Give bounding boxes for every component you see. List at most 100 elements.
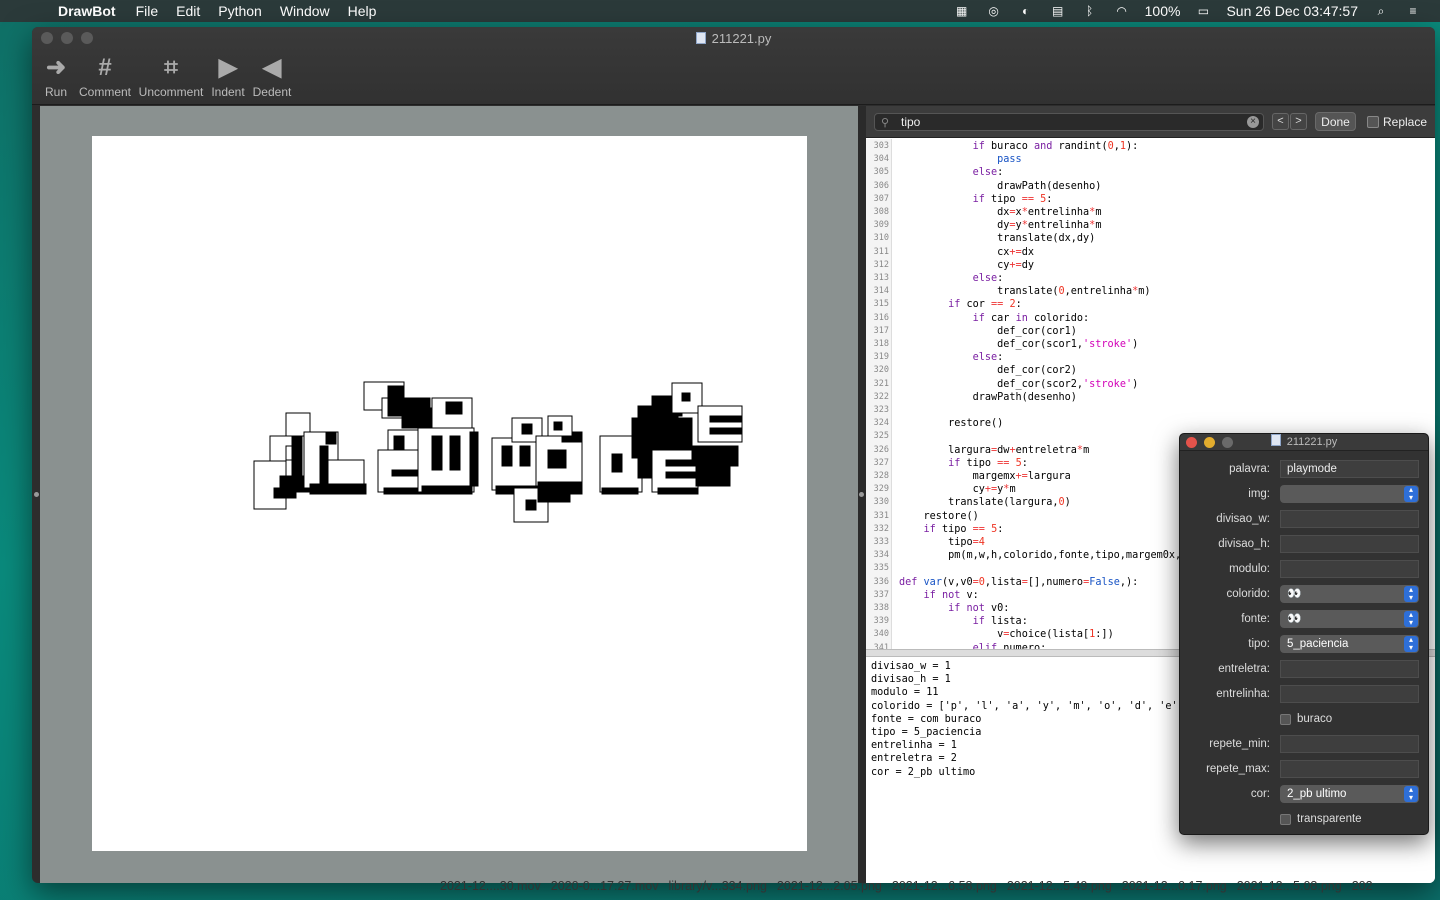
transparente-checkbox[interactable]: [1280, 814, 1291, 825]
select-value: 👀: [1287, 588, 1302, 600]
code-line[interactable]: 324 restore(): [866, 417, 1435, 430]
line-number: 325: [873, 431, 889, 442]
battery-percent[interactable]: 100%: [1145, 3, 1181, 19]
find-previous-button[interactable]: <: [1272, 113, 1289, 130]
code-text: restore(): [899, 418, 1004, 430]
line-number: 331: [873, 510, 889, 521]
canvas-resize-handle[interactable]: [34, 492, 39, 497]
fonte-select[interactable]: 👀 ▴ ▾: [1280, 610, 1419, 628]
zoom-panel-button[interactable]: [1222, 437, 1233, 448]
uncomment-button[interactable]: ⌗ Uncomment: [138, 53, 204, 99]
code-line[interactable]: 306 drawPath(desenho): [866, 180, 1435, 193]
calendar-icon[interactable]: ▤: [1049, 4, 1067, 18]
buraco-checkbox[interactable]: [1280, 714, 1291, 725]
desktop-file[interactable]: 2021-12...2.05.png: [777, 879, 882, 897]
variable-row-entreletra: entreletra:: [1180, 658, 1428, 683]
bluetooth-icon[interactable]: ᛒ: [1081, 4, 1099, 18]
code-line[interactable]: 308 dx=x*entrelinha*m: [866, 206, 1435, 219]
line-number: 327: [873, 457, 889, 468]
done-button[interactable]: Done: [1315, 112, 1356, 131]
battery-icon[interactable]: ▭: [1194, 4, 1212, 18]
menu-edit[interactable]: Edit: [176, 3, 200, 19]
variable-row-repete_min: repete_min:: [1180, 733, 1428, 758]
code-line[interactable]: 313 else:: [866, 272, 1435, 285]
replace-checkbox[interactable]: [1367, 116, 1379, 128]
code-line[interactable]: 317 def_cor(cor1): [866, 325, 1435, 338]
code-line[interactable]: 311 cx+=dx: [866, 246, 1435, 259]
code-line[interactable]: 312 cy+=dy: [866, 259, 1435, 272]
select-arrows-icon: ▴ ▾: [1404, 586, 1418, 602]
menu-file[interactable]: File: [136, 3, 159, 19]
variable-label: entrelinha:: [1216, 688, 1270, 700]
comment-button[interactable]: # Comment: [78, 53, 132, 99]
clock[interactable]: Sun 26 Dec 03:47:57: [1226, 3, 1358, 19]
code-line[interactable]: 322 drawPath(desenho): [866, 391, 1435, 404]
img-select[interactable]: ▴ ▾: [1280, 485, 1419, 503]
menu-window[interactable]: Window: [280, 3, 330, 19]
code-line[interactable]: 319 else:: [866, 351, 1435, 364]
code-line[interactable]: 323: [866, 404, 1435, 417]
dedent-button[interactable]: ◀ Dedent: [251, 53, 293, 99]
close-panel-button[interactable]: [1186, 437, 1197, 448]
code-text: else:: [972, 352, 1004, 364]
entreletra-field[interactable]: [1280, 660, 1419, 678]
code-line[interactable]: 305 else:: [866, 166, 1435, 179]
code-line[interactable]: 310 translate(dx,dy): [866, 232, 1435, 245]
glyph-l: [303, 431, 367, 495]
code-line[interactable]: 320 def_cor(cor2): [866, 364, 1435, 377]
tipo-select[interactable]: 5_paciencia ▴ ▾: [1280, 635, 1419, 653]
colorido-select[interactable]: 👀 ▴ ▾: [1280, 585, 1419, 603]
code-text: drawPath(desenho): [899, 180, 1102, 192]
desktop-file[interactable]: 2020-0...17.27.mov: [551, 879, 659, 897]
menu-help[interactable]: Help: [348, 3, 377, 19]
search-icon: ⚲: [881, 117, 890, 129]
cor-select[interactable]: 2_pb ultimo ▴ ▾: [1280, 785, 1419, 803]
entrelinha-field[interactable]: [1280, 685, 1419, 703]
control-center-icon[interactable]: ≡: [1404, 4, 1422, 18]
menu-python[interactable]: Python: [218, 3, 262, 19]
code-line[interactable]: 309 dy=y*entrelinha*m: [866, 219, 1435, 232]
creative-cloud-icon[interactable]: ◎: [985, 4, 1003, 18]
code-line[interactable]: 315 if cor == 2:: [866, 298, 1435, 311]
code-line[interactable]: 321 def_cor(scor2,'stroke'): [866, 378, 1435, 391]
indent-button[interactable]: ▶ Indent: [209, 53, 247, 99]
modulo-field[interactable]: [1280, 560, 1419, 578]
search-input[interactable]: ⚲ tipo ×: [874, 113, 1264, 131]
desktop-file[interactable]: 2021-12...6.58.png: [892, 879, 997, 897]
line-number: 339: [873, 616, 889, 627]
vertical-splitter[interactable]: [858, 106, 866, 883]
variable-label: repete_min:: [1209, 738, 1270, 750]
code-text: translate(0,entrelinha*m): [899, 286, 1151, 298]
repete_min-field[interactable]: [1280, 735, 1419, 753]
wifi-icon[interactable]: ◠: [1113, 4, 1131, 18]
divisao_h-field[interactable]: [1280, 535, 1419, 553]
spotlight-search-icon[interactable]: ⌕: [1372, 4, 1390, 18]
desktop-file[interactable]: 2021-12...5.08.png: [1237, 879, 1342, 897]
app-status-icon[interactable]: ▦: [953, 4, 971, 18]
dark-mode-icon[interactable]: ◐: [1017, 4, 1035, 18]
palavra-field[interactable]: playmode: [1280, 460, 1419, 478]
code-line[interactable]: 303 if buraco and randint(0,1):: [866, 140, 1435, 153]
desktop-file[interactable]: 2021-12....30.mov: [440, 879, 541, 897]
desktop-file[interactable]: 2021-12...5.49.png: [1007, 879, 1112, 897]
desktop-file[interactable]: library/v...334.png: [668, 879, 766, 897]
splitter-grip[interactable]: [859, 492, 864, 497]
code-line[interactable]: 316 if car in colorido:: [866, 312, 1435, 325]
run-button[interactable]: ➜ Run: [41, 53, 71, 99]
code-line[interactable]: 318 def_cor(scor1,'stroke'): [866, 338, 1435, 351]
repete_max-field[interactable]: [1280, 760, 1419, 778]
desktop-file[interactable]: 202: [1352, 879, 1373, 897]
app-menu[interactable]: DrawBot: [58, 3, 116, 19]
canvas-preview[interactable]: [34, 106, 858, 883]
find-next-button[interactable]: >: [1290, 113, 1307, 130]
code-line[interactable]: 314 translate(0,entrelinha*m): [866, 285, 1435, 298]
minimize-panel-button[interactable]: [1204, 437, 1215, 448]
code-line[interactable]: 307 if tipo == 5:: [866, 193, 1435, 206]
clear-search-icon[interactable]: ×: [1247, 116, 1259, 128]
code-line[interactable]: 304 pass: [866, 153, 1435, 166]
window-titlebar: 211221.py ➜ Run # Comment ⌗ Uncomment ▶ …: [32, 27, 1435, 105]
code-text: dy=y*entrelinha*m: [899, 220, 1102, 232]
divisao_w-field[interactable]: [1280, 510, 1419, 528]
desktop-file[interactable]: 2021-12...0.17.png: [1122, 879, 1227, 897]
variable-label: modulo:: [1229, 563, 1270, 575]
